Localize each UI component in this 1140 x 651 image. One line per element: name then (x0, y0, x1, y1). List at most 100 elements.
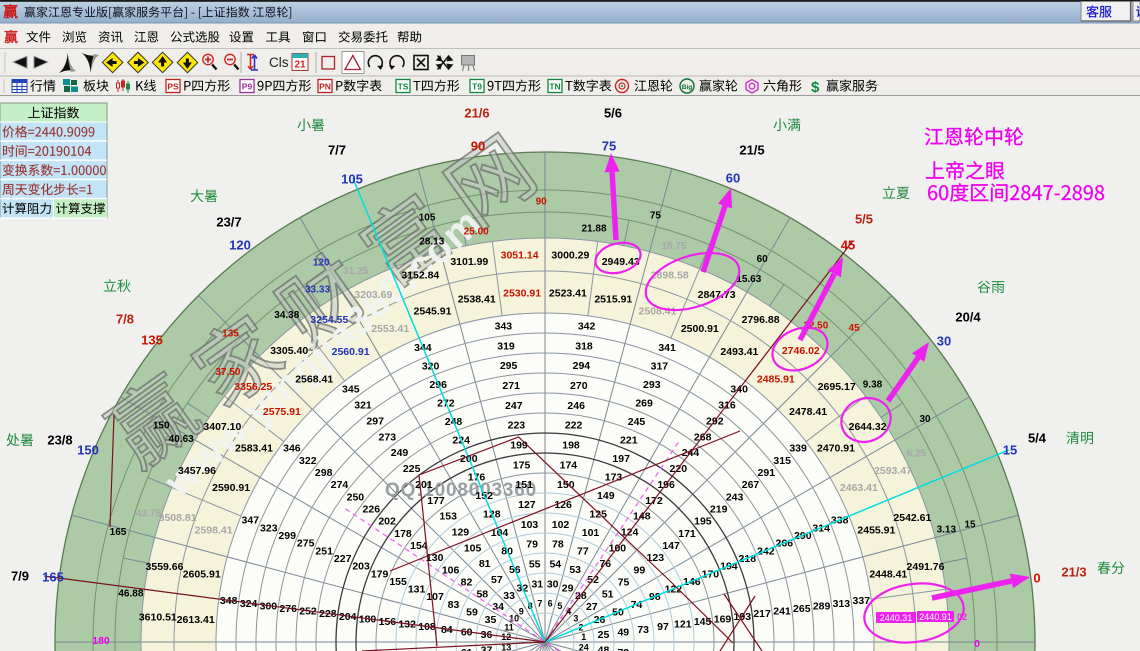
svg-text:3305.40: 3305.40 (270, 345, 308, 357)
svg-text:15: 15 (1003, 443, 1017, 458)
svg-text:25.00: 25.00 (464, 226, 489, 237)
svg-text:Big: Big (682, 84, 693, 91)
svg-text:2448.41: 2448.41 (869, 569, 907, 581)
svg-text:2898.58: 2898.58 (651, 269, 689, 281)
svg-text:154: 154 (410, 540, 428, 552)
svg-text:203: 203 (352, 561, 370, 573)
svg-text:21/3: 21/3 (1061, 565, 1086, 580)
svg-text:131: 131 (408, 584, 426, 596)
svg-text:73: 73 (637, 624, 649, 636)
svg-text:103: 103 (521, 519, 539, 531)
svg-text:5: 5 (557, 601, 562, 611)
svg-text:227: 227 (334, 553, 352, 565)
svg-text:23/8: 23/8 (47, 433, 72, 448)
svg-text:51: 51 (602, 589, 614, 601)
svg-text:226: 226 (363, 504, 381, 516)
svg-text:2796.88: 2796.88 (742, 314, 780, 326)
svg-text:2605.91: 2605.91 (183, 569, 221, 581)
svg-text:315: 315 (773, 455, 791, 467)
svg-text:0: 0 (1033, 571, 1040, 586)
svg-text:107: 107 (426, 591, 444, 603)
svg-text:7/9: 7/9 (11, 569, 29, 584)
svg-text:202: 202 (378, 516, 396, 528)
svg-text:129: 129 (452, 527, 470, 539)
svg-text:3559.66: 3559.66 (146, 561, 184, 573)
svg-text:15.63: 15.63 (736, 274, 761, 285)
svg-text:02: 02 (957, 612, 967, 622)
svg-text:3.13: 3.13 (937, 524, 957, 535)
svg-text:122: 122 (665, 584, 683, 596)
svg-text:2538.41: 2538.41 (458, 294, 496, 306)
svg-text:2644.32: 2644.32 (849, 421, 887, 433)
svg-text:151: 151 (515, 479, 533, 491)
svg-text:60: 60 (726, 171, 740, 186)
svg-text:2553.41: 2553.41 (371, 323, 409, 335)
svg-text:295: 295 (500, 360, 518, 372)
svg-text:269: 269 (635, 398, 653, 410)
svg-text:318: 318 (575, 340, 593, 352)
svg-text:273: 273 (379, 431, 397, 443)
svg-text:105: 105 (419, 213, 436, 224)
svg-text:40.63: 40.63 (169, 434, 194, 445)
svg-text:2575.91: 2575.91 (263, 406, 301, 418)
svg-text:101: 101 (582, 527, 600, 539)
svg-text:28.13: 28.13 (419, 236, 444, 247)
svg-text:77: 77 (577, 545, 589, 557)
svg-text:247: 247 (505, 400, 523, 412)
svg-text:274: 274 (331, 479, 349, 491)
svg-text:24: 24 (579, 642, 589, 651)
svg-text:341: 341 (658, 342, 676, 354)
svg-text:275: 275 (297, 538, 315, 550)
svg-text:43.75: 43.75 (136, 509, 161, 520)
svg-text:2542.61: 2542.61 (893, 512, 931, 524)
svg-text:$: $ (811, 79, 820, 96)
svg-text:5/5: 5/5 (855, 212, 873, 227)
svg-text:TN: TN (549, 82, 560, 92)
svg-text:81: 81 (479, 558, 491, 570)
svg-text:225: 225 (403, 463, 421, 475)
svg-text:7/7: 7/7 (328, 143, 346, 158)
svg-text:7: 7 (537, 599, 542, 609)
svg-text:180: 180 (92, 635, 110, 647)
svg-text:33: 33 (503, 590, 515, 602)
svg-text:78: 78 (552, 539, 564, 551)
svg-text:35: 35 (485, 614, 497, 626)
svg-text:297: 297 (366, 415, 384, 427)
svg-text:61: 61 (461, 647, 473, 651)
svg-text:29: 29 (562, 582, 574, 594)
svg-text:3407.10: 3407.10 (203, 421, 241, 433)
svg-text:2695.17: 2695.17 (818, 381, 856, 393)
svg-text:319: 319 (497, 340, 515, 352)
svg-text:105: 105 (464, 542, 482, 554)
svg-text:271: 271 (502, 380, 520, 392)
svg-text:57: 57 (491, 574, 503, 586)
svg-text:245: 245 (628, 416, 646, 428)
svg-text:60: 60 (757, 254, 769, 265)
svg-text:75: 75 (650, 211, 662, 222)
svg-text:175: 175 (513, 459, 531, 471)
svg-text:53: 53 (569, 564, 581, 576)
svg-text:267: 267 (742, 479, 760, 491)
svg-text:3356.25: 3356.25 (234, 381, 272, 393)
svg-text:343: 343 (495, 321, 513, 333)
svg-text:P9: P9 (242, 82, 253, 92)
svg-text:T9: T9 (472, 82, 482, 92)
svg-text:2568.41: 2568.41 (295, 374, 333, 386)
svg-text:11: 11 (504, 622, 514, 632)
svg-text:291: 291 (758, 467, 776, 479)
svg-text:2530.91: 2530.91 (503, 288, 541, 300)
svg-text:2500.91: 2500.91 (681, 323, 719, 335)
svg-text:222: 222 (565, 420, 583, 432)
svg-text:135: 135 (222, 329, 239, 340)
svg-text:198: 198 (562, 440, 580, 452)
svg-text:323: 323 (260, 522, 278, 534)
svg-text:150: 150 (153, 420, 170, 431)
svg-text:33.33: 33.33 (305, 285, 330, 296)
svg-text:339: 339 (789, 443, 807, 455)
svg-text:79: 79 (526, 539, 538, 551)
svg-text:3: 3 (573, 614, 578, 624)
svg-text:298: 298 (315, 467, 333, 479)
svg-text:3203.69: 3203.69 (354, 289, 392, 301)
svg-text:75: 75 (602, 139, 616, 154)
svg-text:105: 105 (341, 172, 363, 187)
